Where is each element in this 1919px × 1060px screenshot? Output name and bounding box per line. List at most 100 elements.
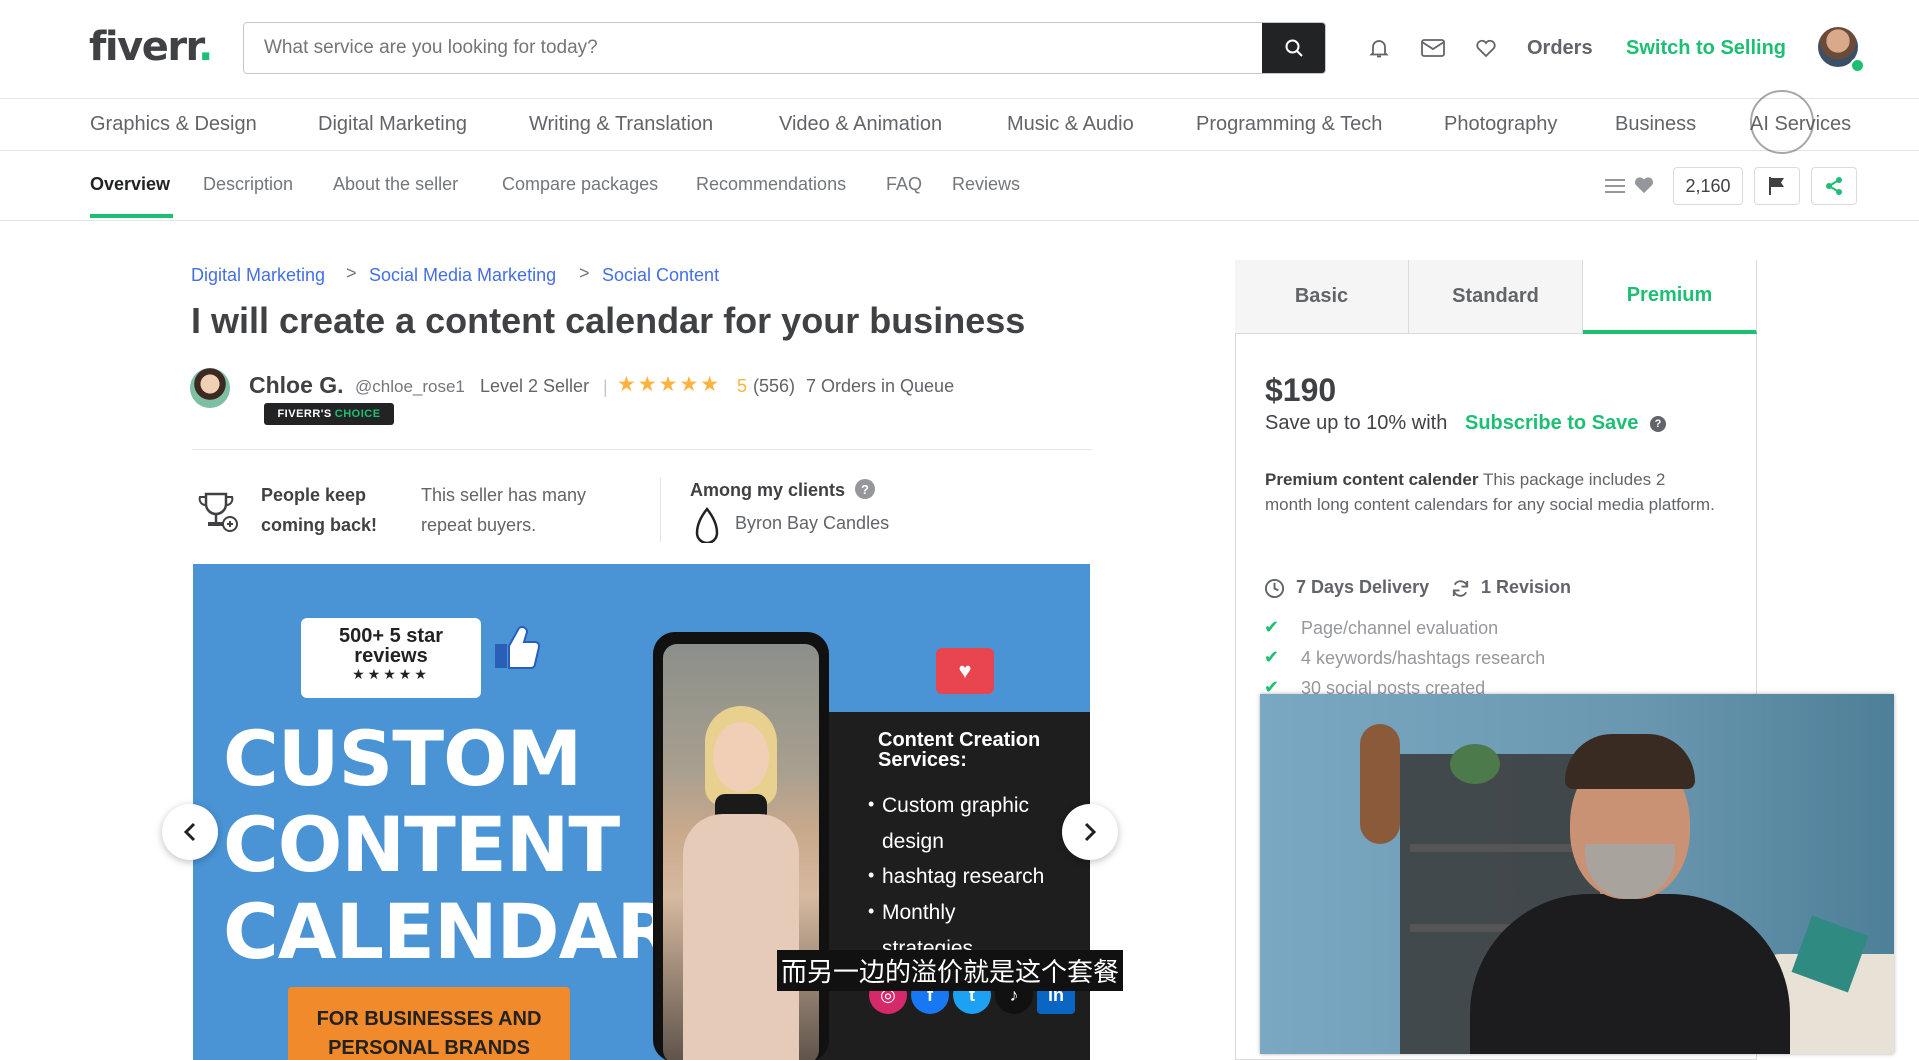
refresh-icon [1450,578,1471,599]
feature-item: Page/channel evaluation [1301,618,1499,638]
breadcrumb-digital-marketing[interactable]: Digital Marketing [191,265,325,286]
mail-icon[interactable] [1420,36,1446,60]
category-photography[interactable]: Photography [1444,113,1557,136]
heart-filled-icon[interactable] [1633,175,1655,195]
bell-icon[interactable] [1367,36,1391,60]
photo-face [713,722,769,792]
category-graphics-design[interactable]: Graphics & Design [90,113,257,136]
bullet: • [868,865,875,885]
search-icon [1284,38,1304,58]
category-business[interactable]: Business [1615,113,1696,136]
photo-coat [683,814,799,1060]
badge-text: FIVERR'S [277,408,332,420]
cursor-highlight-ring [1750,90,1814,154]
tab-description[interactable]: Description [203,174,293,195]
category-video-animation[interactable]: Video & Animation [779,113,942,136]
like-count: 2,160 [1673,167,1743,205]
carousel-next-button[interactable] [1062,804,1118,860]
video-person-hair [1565,734,1695,789]
package-tab-premium[interactable]: Premium [1583,260,1757,334]
phone-photo [663,644,819,1060]
tab-reviews[interactable]: Reviews [952,174,1020,195]
search-button[interactable] [1262,23,1325,73]
help-icon[interactable]: ? [855,479,875,499]
fiverr-logo[interactable]: fiverr. [89,24,213,70]
services-title: Content Creation Services: [878,729,1041,771]
category-writing-translation[interactable]: Writing & Translation [529,113,713,136]
online-status-dot [1850,58,1865,73]
video-subtitle: 而另一边的溢价就是这个套餐 [777,950,1124,991]
service-item: Monthly [882,901,956,924]
promo-text: FOR BUSINESSES AND PERSONAL BRANDS [316,1008,542,1059]
headline-word: CONTENT [223,800,620,889]
breadcrumb-separator: > [579,263,590,283]
orders-in-queue: 7 Orders in Queue [806,376,955,396]
tab-recommendations[interactable]: Recommendations [696,174,846,195]
service-item: Custom graphic [882,794,1030,817]
bullet: • [868,794,875,814]
share-button[interactable] [1811,167,1857,205]
package-tab-basic[interactable]: Basic [1235,260,1409,334]
repeat-buyers-text: This seller has many repeat buyers. [421,485,587,535]
package-description: Premium content calender This package in… [1265,467,1715,517]
package-price: $190 [1265,372,1337,408]
flag-icon [1768,176,1786,196]
breadcrumb-separator: > [346,263,357,283]
subscribe-to-save-link[interactable]: Subscribe to Save [1465,412,1638,435]
check-icon: ✔ [1264,617,1280,637]
help-icon[interactable]: ? [1650,416,1666,432]
breadcrumb-social-media-marketing[interactable]: Social Media Marketing [369,265,556,286]
reviews-bubble: 500+ 5 star reviews ★★★★★ [301,618,481,698]
tab-compare-packages[interactable]: Compare packages [502,174,658,195]
badge-text-accent: CHOICE [334,408,381,420]
carousel-prev-button[interactable] [162,804,218,860]
gig-title: I will create a content calendar for you… [191,300,1026,341]
check-icon: ✔ [1264,647,1280,667]
logo-dot: . [198,24,213,70]
headline-word: CUSTOM [223,714,582,803]
instructor-video-overlay [1260,694,1894,1054]
headline-word: CALENDAR [223,887,675,976]
service-item: hashtag research [882,865,1045,888]
tab-overview[interactable]: Overview [90,174,170,195]
category-digital-marketing[interactable]: Digital Marketing [318,113,467,136]
promo-box: FOR BUSINESSES AND PERSONAL BRANDS [288,987,570,1060]
list-icon[interactable] [1604,176,1626,196]
rating-value: 5 [737,376,748,396]
service-item: design [882,830,944,853]
tab-about-seller[interactable]: About the seller [333,174,458,195]
video-guitar [1360,724,1400,844]
phone-mockup [653,632,829,1060]
search-input[interactable] [244,23,1262,73]
revisions-count: 1 Revision [1481,577,1572,597]
tab-faq[interactable]: FAQ [886,174,922,195]
feature-item: 4 keywords/hashtags research [1301,648,1546,668]
heart-icon[interactable] [1474,36,1498,60]
package-tab-standard[interactable]: Standard [1409,260,1583,334]
delivery-time: 7 Days Delivery [1296,577,1430,597]
seller-name[interactable]: Chloe G. [249,372,344,399]
reviews-count[interactable]: (556) [753,376,795,397]
report-button[interactable] [1754,167,1800,205]
active-tab-indicator [90,214,173,218]
category-music-audio[interactable]: Music & Audio [1007,113,1134,136]
chevron-left-icon [183,822,197,842]
breadcrumb-social-content[interactable]: Social Content [602,265,719,286]
clock-icon [1264,578,1285,599]
divider [192,449,1092,450]
seller-avatar[interactable] [190,368,230,408]
orders-link[interactable]: Orders [1527,37,1593,60]
switch-to-selling-link[interactable]: Switch to Selling [1626,37,1786,60]
divider [660,478,661,542]
bullet: • [868,901,875,921]
people-keep-coming-back: People keep coming back! [261,485,378,535]
video-shelf-board [1410,844,1590,852]
seller-level: Level 2 Seller [480,376,590,396]
category-programming-tech[interactable]: Programming & Tech [1196,113,1382,136]
seller-handle: @chloe_rose1 [355,377,465,396]
among-my-clients: Among my clients [690,480,846,500]
rating-stars: ★★★★★ [617,373,722,396]
thumbs-up-icon [493,624,541,670]
save-text: Save up to 10% with [1265,412,1448,434]
video-person-body [1470,894,1790,1054]
